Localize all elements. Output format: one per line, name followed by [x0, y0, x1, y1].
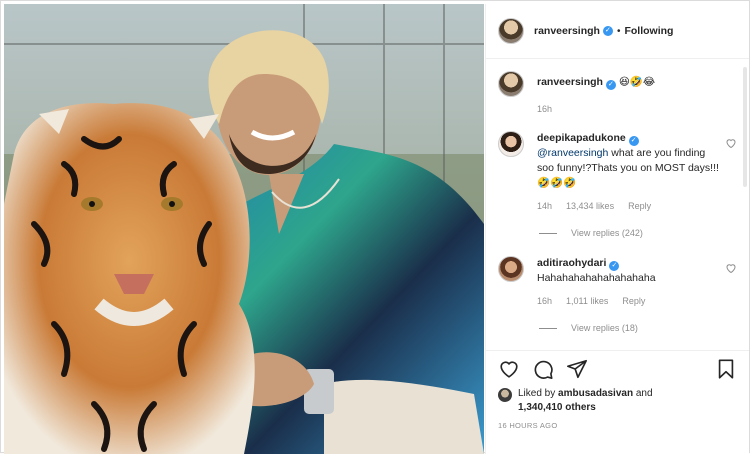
comment-likes[interactable]: 1,011 likes [566, 294, 608, 309]
comment-body: aditiraohydari ✓ Hahahahahahahahahaha 16h… [537, 256, 725, 309]
comment-meta: 14h 13,434 likes Reply [537, 199, 725, 214]
view-replies-label[interactable]: View replies (242) [571, 228, 643, 238]
author-username[interactable]: ranveersingh [534, 25, 600, 37]
liker-username[interactable]: ambusadasivan [558, 388, 633, 399]
replies-divider [539, 232, 557, 234]
bookmark-icon[interactable] [715, 358, 737, 380]
comment-item: aditiraohydari ✓ Hahahahahahahahahaha 16h… [498, 256, 737, 309]
paper-plane-icon[interactable] [566, 358, 588, 380]
post-photo[interactable] [4, 4, 484, 454]
comment-username[interactable]: aditiraohydari [537, 257, 606, 269]
comment-text: Hahahahahahahahahaha [537, 272, 656, 284]
comment-username[interactable]: deepikapadukone [537, 132, 626, 144]
caption-body: ranveersingh ✓ 😆🤣😂 16h [537, 71, 737, 117]
replies-divider [539, 327, 557, 329]
comment-avatar[interactable] [498, 131, 524, 157]
post-timestamp[interactable]: 16 HOURS AGO [486, 415, 749, 430]
instagram-post-window: ranveersingh ✓ • Following ranveersingh ✓… [0, 0, 750, 454]
likes-summary: Liked by ambusadasivan and 1,340,410 oth… [486, 387, 749, 415]
verified-badge-icon: ✓ [602, 26, 613, 36]
comment-icon[interactable] [532, 358, 554, 380]
verified-badge-icon: ✓ [605, 80, 616, 90]
comment-meta: 16h 1,011 likes Reply [537, 294, 725, 309]
view-replies-link[interactable]: View replies (18) [539, 323, 737, 333]
view-replies-label[interactable]: View replies (18) [571, 323, 638, 333]
comment-heart-icon[interactable] [725, 137, 737, 149]
comments-section[interactable]: ranveersingh ✓ 😆🤣😂 16h deepikapadukone ✓ @… [486, 59, 749, 351]
view-replies-link[interactable]: View replies (242) [539, 228, 737, 238]
likes-middle: and [633, 388, 653, 399]
action-bar [486, 351, 749, 387]
photo-illustration [4, 4, 484, 454]
caption-time[interactable]: 16h [537, 102, 552, 117]
caption: ranveersingh ✓ 😆🤣😂 16h [498, 71, 737, 117]
caption-avatar[interactable] [498, 71, 524, 97]
caption-meta: 16h [537, 102, 737, 117]
likes-count[interactable]: 1,340,410 others [518, 402, 596, 413]
comment-mention[interactable]: @ranveersingh [537, 147, 608, 159]
verified-badge-icon: ✓ [609, 261, 620, 271]
separator-dot: • [616, 25, 621, 37]
reply-button[interactable]: Reply [628, 199, 651, 214]
comment-body: deepikapadukone ✓ @ranveersingh what are … [537, 131, 725, 214]
caption-text: 😆🤣😂 [618, 76, 656, 88]
caption-username[interactable]: ranveersingh [537, 76, 603, 88]
liker-avatar[interactable] [498, 388, 512, 402]
post-header: ranveersingh ✓ • Following [486, 4, 749, 59]
verified-badge-icon: ✓ [628, 136, 639, 146]
reply-button[interactable]: Reply [622, 294, 645, 309]
heart-icon[interactable] [498, 358, 520, 380]
comment-heart-icon[interactable] [725, 262, 737, 274]
comment-time[interactable]: 14h [537, 199, 552, 214]
following-button[interactable]: Following [624, 25, 673, 37]
post-sidebar: ranveersingh ✓ • Following ranveersingh ✓… [485, 4, 749, 454]
comments-scrollbar[interactable] [743, 67, 747, 187]
likes-text: Liked by ambusadasivan and 1,340,410 oth… [518, 387, 653, 415]
comment-likes[interactable]: 13,434 likes [566, 199, 614, 214]
likes-prefix: Liked by [518, 388, 559, 399]
author-avatar[interactable] [498, 18, 524, 44]
comment-time[interactable]: 16h [537, 294, 552, 309]
comment-item: deepikapadukone ✓ @ranveersingh what are … [498, 131, 737, 214]
comment-avatar[interactable] [498, 256, 524, 282]
